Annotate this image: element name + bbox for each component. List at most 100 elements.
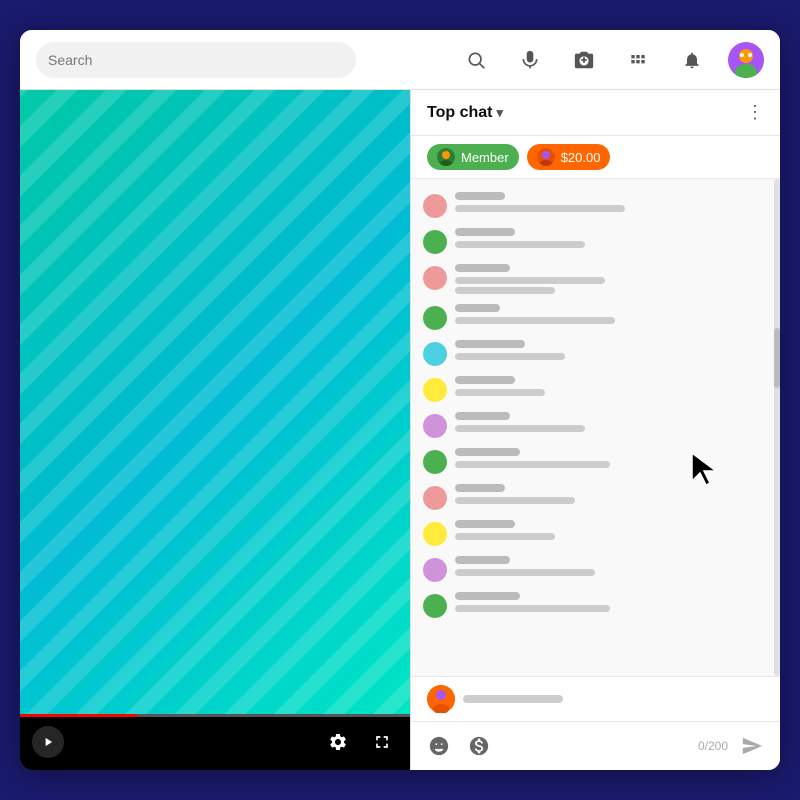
list-item xyxy=(411,223,780,259)
avatar xyxy=(423,450,447,474)
msg-name-bar xyxy=(455,556,510,564)
chat-filter-bar: Member $20.00 xyxy=(411,136,780,179)
member-filter-chip[interactable]: Member xyxy=(427,144,519,170)
chat-title-button[interactable]: Top chat ▾ xyxy=(427,104,503,122)
msg-content xyxy=(455,448,768,471)
chevron-down-icon: ▾ xyxy=(496,105,503,121)
msg-content xyxy=(455,592,768,615)
mic-icon-btn[interactable] xyxy=(512,42,548,78)
msg-name-bar xyxy=(455,304,500,312)
list-item xyxy=(411,479,780,515)
list-item xyxy=(411,299,780,335)
send-button[interactable] xyxy=(736,730,768,762)
msg-text-bar xyxy=(455,317,615,324)
list-item xyxy=(411,187,780,223)
avatar xyxy=(423,266,447,290)
msg-name-bar xyxy=(455,484,505,492)
msg-content xyxy=(455,304,768,327)
msg-text-bar xyxy=(455,569,595,576)
avatar xyxy=(423,594,447,618)
msg-text-bar xyxy=(455,241,585,248)
browser-window: Top chat ▾ ⋮ Member xyxy=(20,30,780,770)
scrollbar-thumb[interactable] xyxy=(774,328,780,388)
search-icon-btn[interactable] xyxy=(458,42,494,78)
msg-content xyxy=(455,484,768,507)
msg-content xyxy=(455,264,768,294)
avatar xyxy=(423,486,447,510)
avatar xyxy=(423,558,447,582)
msg-content xyxy=(455,520,768,543)
bell-icon-btn[interactable] xyxy=(674,42,710,78)
video-player xyxy=(20,90,410,714)
user-avatar[interactable] xyxy=(728,42,764,78)
chat-title-label: Top chat xyxy=(427,104,492,122)
msg-name-bar xyxy=(455,264,510,272)
avatar xyxy=(423,414,447,438)
super-chip-avatar xyxy=(537,148,555,166)
msg-text-bar xyxy=(455,389,545,396)
avatar xyxy=(423,378,447,402)
msg-name-bar xyxy=(455,376,515,384)
msg-text-bar xyxy=(455,277,605,284)
msg-content xyxy=(455,228,768,251)
search-bar[interactable] xyxy=(36,42,356,78)
main-content: Top chat ▾ ⋮ Member xyxy=(20,90,780,770)
avatar xyxy=(423,194,447,218)
msg-text-bar xyxy=(455,353,565,360)
settings-button[interactable] xyxy=(322,726,354,758)
chat-header: Top chat ▾ ⋮ xyxy=(411,90,780,136)
list-item xyxy=(411,335,780,371)
more-options-icon: ⋮ xyxy=(746,102,764,123)
avatar xyxy=(423,306,447,330)
msg-content xyxy=(455,412,768,435)
list-item xyxy=(411,259,780,299)
msg-text-bar-2 xyxy=(455,287,555,294)
msg-text-bar xyxy=(455,461,610,468)
msg-content xyxy=(455,192,768,215)
avatar xyxy=(423,230,447,254)
chat-messages[interactable] xyxy=(411,179,780,676)
msg-text-bar xyxy=(455,533,555,540)
apps-icon-btn[interactable] xyxy=(620,42,656,78)
list-item xyxy=(411,587,780,623)
list-item xyxy=(411,551,780,587)
list-item xyxy=(411,515,780,551)
msg-content xyxy=(455,340,768,363)
create-icon-btn[interactable] xyxy=(566,42,602,78)
msg-text-bar xyxy=(455,497,575,504)
pinned-avatar xyxy=(427,685,455,713)
msg-name-bar xyxy=(455,592,520,600)
super-chat-filter-chip[interactable]: $20.00 xyxy=(527,144,611,170)
msg-name-bar xyxy=(455,412,510,420)
msg-name-bar xyxy=(455,340,525,348)
msg-text-bar xyxy=(455,605,610,612)
top-bar xyxy=(20,30,780,90)
msg-text-bar xyxy=(455,205,625,212)
chat-area: Top chat ▾ ⋮ Member xyxy=(410,90,780,770)
char-count: 0/200 xyxy=(698,739,728,753)
chat-input-row: 0/200 xyxy=(411,722,780,770)
chat-more-button[interactable]: ⋮ xyxy=(746,102,764,123)
chat-input-field[interactable] xyxy=(503,730,690,762)
msg-text-bar xyxy=(455,425,585,432)
video-controls xyxy=(20,714,410,770)
top-icons xyxy=(458,42,764,78)
super-chat-button[interactable] xyxy=(463,730,495,762)
msg-content xyxy=(455,556,768,579)
chat-input-area: 0/200 xyxy=(411,676,780,770)
fullscreen-button[interactable] xyxy=(366,726,398,758)
list-item xyxy=(411,371,780,407)
msg-name-bar xyxy=(455,192,505,200)
msg-content xyxy=(455,376,768,399)
msg-name-bar xyxy=(455,520,515,528)
play-button[interactable] xyxy=(32,726,64,758)
progress-bar[interactable] xyxy=(20,714,410,717)
msg-name-bar xyxy=(455,228,515,236)
avatar xyxy=(423,342,447,366)
scrollbar-track xyxy=(774,179,780,676)
emoji-button[interactable] xyxy=(423,730,455,762)
pinned-message xyxy=(411,677,780,722)
progress-fill xyxy=(20,714,137,717)
member-chip-label: Member xyxy=(461,150,509,165)
search-input[interactable] xyxy=(48,52,344,68)
